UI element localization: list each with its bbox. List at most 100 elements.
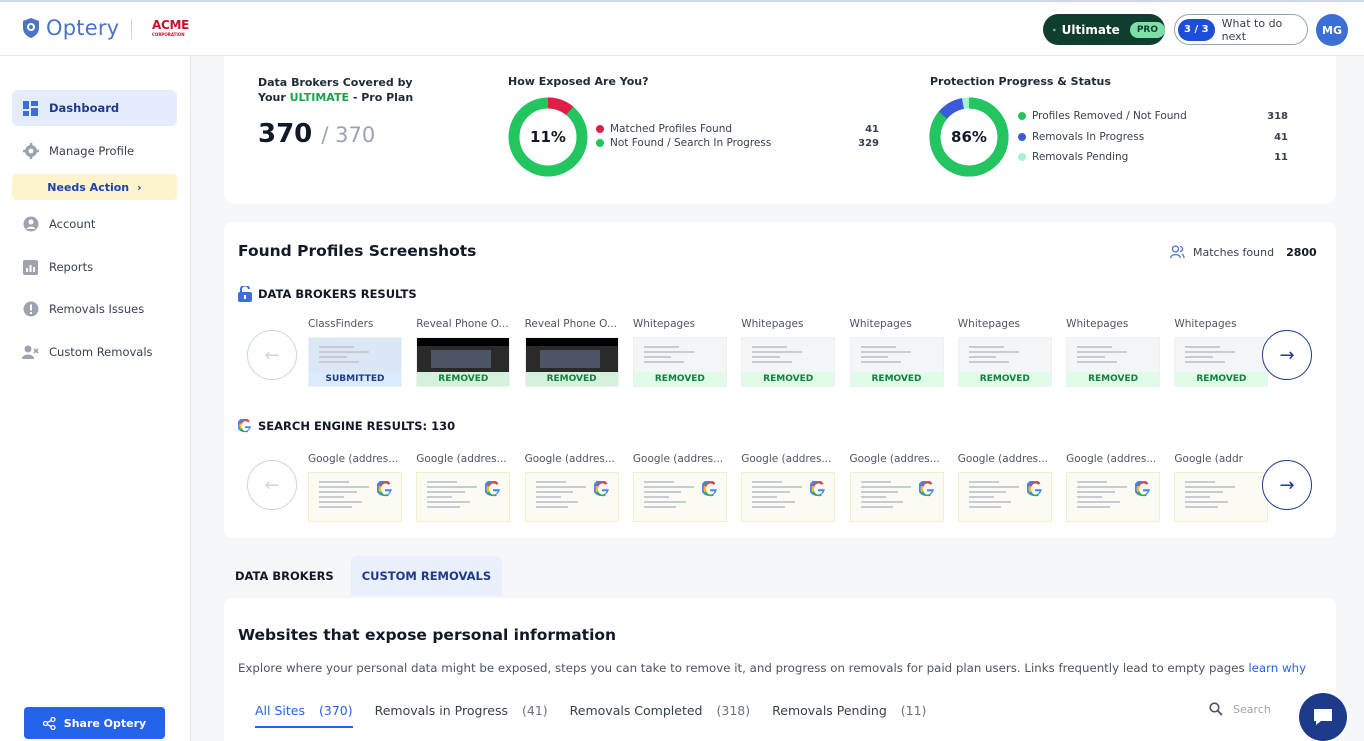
broker-screenshot-card[interactable]: Whitepages REMOVED: [741, 318, 837, 387]
gear-icon: [22, 143, 39, 160]
share-optery-button[interactable]: Share Optery: [24, 707, 165, 739]
search-result-card[interactable]: Google (addres...: [632, 453, 729, 522]
what-next-label: What to do next: [1221, 16, 1283, 43]
learn-why-link[interactable]: learn why: [1248, 661, 1306, 675]
search-result-card[interactable]: Google (addres...: [1066, 453, 1162, 522]
legend-value: 329: [858, 138, 879, 149]
shield-logo-icon: [23, 18, 39, 38]
status-badge: SUBMITTED: [309, 372, 401, 386]
shield-check-icon: [1053, 28, 1056, 31]
broker-name: Whitepages: [1174, 318, 1237, 330]
screenshot-thumbnail: REMOVED: [416, 337, 511, 387]
broker-screenshot-card[interactable]: Reveal Phone O... REMOVED: [524, 318, 621, 387]
search-result-name: Google (addres...: [416, 453, 507, 465]
filter-removals-in-progress[interactable]: Removals in Progress (41): [375, 703, 548, 728]
broker-screenshot-card[interactable]: Whitepages REMOVED: [849, 318, 946, 387]
sidebar-item-reports[interactable]: Reports: [12, 249, 177, 285]
search-result-card[interactable]: Google (addres...: [524, 453, 621, 522]
broker-name: ClassFinders: [308, 318, 374, 330]
screenshot-thumbnail: REMOVED: [632, 337, 727, 387]
sidebar-item-removals-issues[interactable]: Removals Issues: [12, 291, 177, 327]
filter-removals-pending[interactable]: Removals Pending (11): [772, 703, 926, 728]
user-avatar[interactable]: MG: [1316, 14, 1348, 46]
filter-label: All Sites: [255, 703, 305, 718]
users-icon: [1170, 245, 1185, 259]
google-icon: [1135, 481, 1150, 497]
legend-matched: Matched Profiles Found: [596, 123, 732, 135]
sidebar-item-label: Reports: [49, 260, 94, 274]
legend-label: Not Found / Search In Progress: [610, 137, 772, 149]
search-result-card[interactable]: Google (addres...: [957, 453, 1054, 522]
broker-screenshot-card[interactable]: Reveal Phone O... REMOVED: [416, 318, 512, 387]
brokers-prev-button[interactable]: ←: [247, 330, 297, 380]
chat-button[interactable]: [1299, 693, 1347, 741]
tab-custom-removals[interactable]: CUSTOM REMOVALS: [350, 556, 503, 596]
search-result-card[interactable]: Google (addres...: [741, 453, 837, 522]
search-result-name: Google (addres...: [308, 453, 399, 465]
sidebar-item-custom-removals[interactable]: Custom Removals: [12, 334, 177, 370]
broker-screenshot-card[interactable]: Whitepages REMOVED: [957, 318, 1054, 387]
broker-name: Reveal Phone O...: [524, 318, 617, 330]
exposure-percent: 11%: [530, 128, 566, 146]
covered-count: 370: [258, 119, 313, 149]
plan-badge-button[interactable]: Ultimate PRO: [1043, 14, 1165, 45]
optery-logo[interactable]: Optery: [22, 16, 119, 40]
search-prev-button[interactable]: ←: [247, 460, 297, 510]
search-result-card[interactable]: Google (addr: [1174, 453, 1270, 522]
filter-all-sites[interactable]: All Sites (370): [255, 703, 353, 728]
sidebar-item-manage-profile[interactable]: Manage Profile: [12, 133, 177, 169]
search-engine-heading-label: SEARCH ENGINE RESULTS: 130: [258, 419, 456, 433]
search-result-name: Google (addres...: [524, 453, 615, 465]
coverage-panel: Data Brokers Covered by Your ULTIMATE - …: [238, 56, 476, 202]
legend-label: Removals Pending: [1032, 151, 1129, 163]
search-result-card[interactable]: Google (addres...: [416, 453, 512, 522]
status-badge: REMOVED: [1175, 372, 1268, 386]
share-icon: [42, 716, 56, 730]
broker-screenshot-card[interactable]: Whitepages REMOVED: [632, 318, 729, 387]
filter-removals-completed[interactable]: Removals Completed (318): [570, 703, 750, 728]
user-x-icon: [22, 344, 39, 361]
steps-count-badge: 3 / 3: [1178, 18, 1215, 41]
legend-pending: Removals Pending: [1018, 151, 1128, 163]
header-divider: [131, 19, 132, 39]
search-icon: [1209, 702, 1223, 716]
screenshot-thumbnail: REMOVED: [849, 337, 944, 387]
legend-label: Profiles Removed / Not Found: [1032, 110, 1187, 122]
sidebar-item-label: Manage Profile: [49, 144, 135, 158]
screenshot-thumbnail: [1066, 472, 1161, 522]
search-result-card[interactable]: Google (addres...: [849, 453, 946, 522]
brokers-next-button[interactable]: →: [1262, 330, 1312, 380]
status-badge: REMOVED: [742, 372, 835, 386]
filter-label: Removals in Progress: [374, 703, 508, 718]
legend-dot: [1018, 133, 1026, 141]
screenshot-thumbnail: SUBMITTED: [308, 337, 402, 387]
search-result-card[interactable]: Google (addres...: [308, 453, 404, 522]
sidebar-item-account[interactable]: Account: [12, 206, 177, 242]
site-filters: All Sites (370) Removals in Progress (41) …: [255, 703, 926, 728]
search-result-name: Google (addr: [1174, 453, 1243, 465]
brokers-heading-label: DATA BROKERS RESULTS: [258, 287, 417, 301]
broker-name: Reveal Phone O...: [416, 318, 509, 330]
legend-not-found: Not Found / Search In Progress: [596, 137, 771, 149]
search-input[interactable]: Search: [1233, 703, 1271, 716]
legend-dot: [1018, 112, 1026, 120]
what-to-do-next-button[interactable]: 3 / 3 What to do next: [1174, 14, 1308, 45]
screenshot-thumbnail: [308, 472, 402, 522]
tab-data-brokers[interactable]: DATA BROKERS: [224, 556, 345, 596]
status-badge: REMOVED: [958, 372, 1051, 386]
broker-screenshot-card[interactable]: ClassFinders SUBMITTED: [308, 318, 404, 387]
search-engine-heading: SEARCH ENGINE RESULTS: 130: [238, 419, 455, 433]
protection-percent: 86%: [951, 128, 987, 146]
broker-name: Whitepages: [632, 318, 696, 330]
search-next-button[interactable]: →: [1262, 460, 1312, 510]
broker-name: Whitepages: [741, 318, 804, 330]
sites-search[interactable]: Search: [1209, 702, 1271, 716]
broker-screenshot-card[interactable]: Whitepages REMOVED: [1066, 318, 1162, 387]
sidebar-item-dashboard[interactable]: Dashboard: [12, 90, 177, 126]
plan-label: Ultimate: [1061, 22, 1120, 37]
screenshots-title: Found Profiles Screenshots: [238, 242, 477, 260]
broker-name: Whitepages: [849, 318, 912, 330]
needs-action-button[interactable]: Needs Action ›: [12, 174, 177, 200]
broker-screenshot-card[interactable]: Whitepages REMOVED: [1174, 318, 1270, 387]
legend-label: Matched Profiles Found: [610, 123, 733, 135]
